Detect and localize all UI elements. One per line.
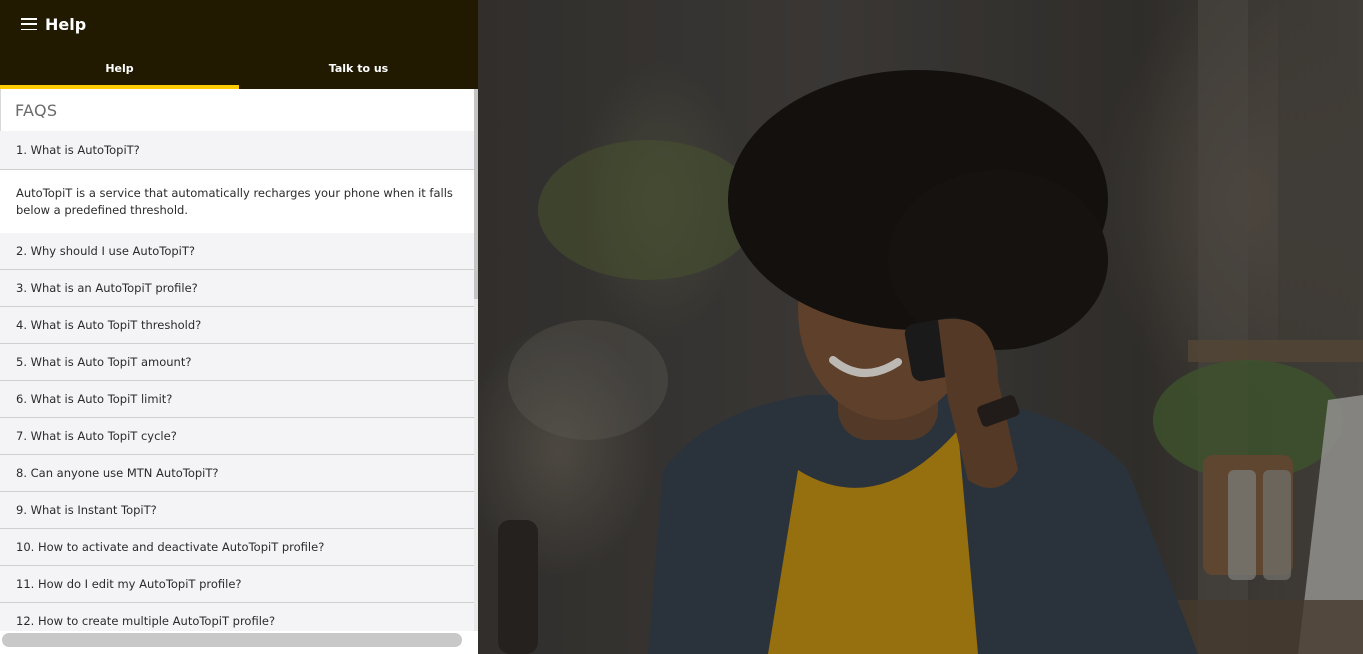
faq-question-9[interactable]: 9. What is Instant TopiT? xyxy=(0,492,474,529)
faq-answer-1: AutoTopiT is a service that automaticall… xyxy=(0,170,474,233)
faq-question-1[interactable]: 1. What is AutoTopiT? xyxy=(0,131,474,170)
horizontal-scrollbar-thumb[interactable] xyxy=(2,633,462,647)
page: Help Help Talk to us FAQS 1. What is Aut… xyxy=(0,0,1363,654)
top-bar: Help xyxy=(0,0,478,48)
tab-talk-to-us[interactable]: Talk to us xyxy=(239,48,478,89)
tab-help[interactable]: Help xyxy=(0,48,239,89)
help-panel: Help Help Talk to us FAQS 1. What is Aut… xyxy=(0,0,478,654)
faqs-heading: FAQS xyxy=(0,89,474,131)
hero-illustration xyxy=(478,0,1363,654)
faq-question-2[interactable]: 2. Why should I use AutoTopiT? xyxy=(0,233,474,270)
faq-question-10[interactable]: 10. How to activate and deactivate AutoT… xyxy=(0,529,474,566)
hero-image xyxy=(478,0,1363,654)
page-title: Help xyxy=(45,14,87,34)
faq-question-8[interactable]: 8. Can anyone use MTN AutoTopiT? xyxy=(0,455,474,492)
faq-question-3[interactable]: 3. What is an AutoTopiT profile? xyxy=(0,270,474,307)
tab-bar: Help Talk to us xyxy=(0,48,478,89)
horizontal-scrollbar[interactable] xyxy=(0,631,478,654)
faq-content: FAQS 1. What is AutoTopiT? AutoTopiT is … xyxy=(0,89,474,631)
faq-question-5[interactable]: 5. What is Auto TopiT amount? xyxy=(0,344,474,381)
faq-question-6[interactable]: 6. What is Auto TopiT limit? xyxy=(0,381,474,418)
faq-question-4[interactable]: 4. What is Auto TopiT threshold? xyxy=(0,307,474,344)
faq-question-11[interactable]: 11. How do I edit my AutoTopiT profile? xyxy=(0,566,474,603)
faq-question-12[interactable]: 12. How to create multiple AutoTopiT pro… xyxy=(0,603,474,631)
faq-question-7[interactable]: 7. What is Auto TopiT cycle? xyxy=(0,418,474,455)
hamburger-menu-icon[interactable] xyxy=(21,18,37,30)
